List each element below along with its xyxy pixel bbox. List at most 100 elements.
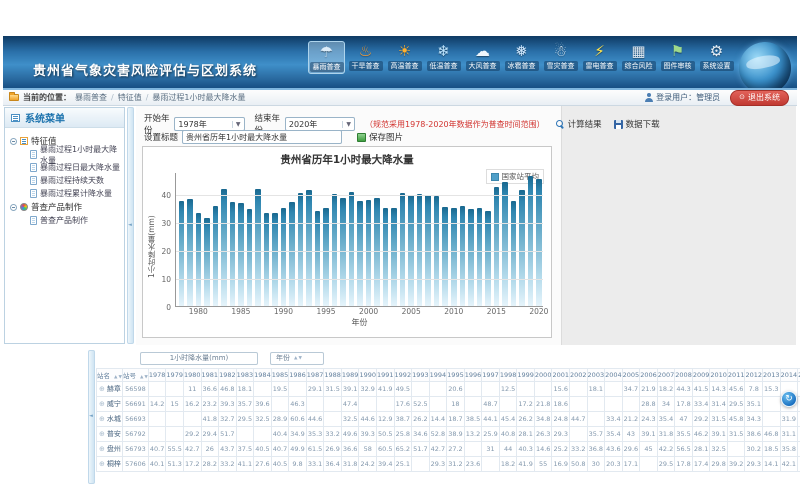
bar-2011[interactable] — [460, 206, 466, 306]
year-column-header[interactable]: 2012 — [745, 369, 763, 382]
year-column-header[interactable]: 1990 — [359, 369, 377, 382]
year-column-header[interactable]: 2010 — [710, 369, 728, 382]
bar-1994[interactable] — [315, 211, 321, 307]
year-column-header[interactable]: 1980 — [183, 369, 201, 382]
row-expand-icon[interactable]: ⊕ — [99, 385, 105, 393]
bar-2016[interactable] — [502, 182, 508, 306]
bar-2017[interactable] — [511, 201, 517, 307]
bar-1987[interactable] — [255, 189, 261, 306]
bar-1989[interactable] — [272, 213, 278, 307]
bar-1999[interactable] — [357, 201, 363, 306]
name-column-header[interactable]: 站名▲▼ — [97, 369, 123, 382]
bar-2000[interactable] — [366, 200, 372, 306]
row-expand-icon[interactable]: ⊕ — [99, 460, 105, 468]
tree-item-1-2[interactable]: 暴雨过程日最大降水量 — [8, 161, 121, 174]
bar-1982[interactable] — [213, 206, 219, 307]
bar-2014[interactable] — [485, 211, 491, 306]
year-column-header[interactable]: 1998 — [499, 369, 517, 382]
bar-1981[interactable] — [204, 218, 210, 306]
bar-1985[interactable] — [238, 203, 244, 306]
toolbar-item-8[interactable]: ⚡雷电普查 — [581, 41, 618, 74]
sort-asc-icon[interactable]: ▲ — [140, 375, 143, 380]
year-column-header[interactable]: 1978 — [148, 369, 166, 382]
toolbar-item-6[interactable]: ❅冰雹普查 — [503, 41, 540, 74]
logout-button[interactable]: ⊙ 退出系统 — [730, 90, 789, 106]
bar-2009[interactable] — [442, 207, 448, 306]
year-column-header[interactable]: 2006 — [640, 369, 658, 382]
row-expand-icon[interactable]: ⊕ — [99, 415, 105, 423]
year-column-header[interactable]: 2000 — [534, 369, 552, 382]
sort-desc-icon[interactable]: ▼ — [118, 375, 121, 380]
bar-1984[interactable] — [230, 202, 236, 306]
year-column-header[interactable]: 2013 — [763, 369, 781, 382]
toolbar-item-10[interactable]: ⚑图件审核 — [659, 41, 696, 74]
toolbar-item-9[interactable]: ▦综合风险 — [620, 41, 657, 74]
year-column-header[interactable]: 1989 — [341, 369, 359, 382]
bar-1991[interactable] — [289, 202, 295, 306]
tree-item-1-4[interactable]: 暴雨过程累计降水量 — [8, 187, 121, 200]
expand-icon[interactable] — [10, 204, 17, 211]
year-column-header[interactable]: 2008 — [675, 369, 693, 382]
year-column-header[interactable]: 2001 — [552, 369, 570, 382]
sort-asc-icon[interactable]: ▲ — [114, 375, 117, 380]
row-expand-icon[interactable]: ⊕ — [99, 400, 105, 408]
toolbar-item-1[interactable]: ☂暴雨普查 — [308, 41, 345, 74]
toolbar-item-5[interactable]: ☁大风普查 — [464, 41, 501, 74]
sort-desc-icon[interactable]: ▼ — [298, 356, 301, 361]
start-year-select[interactable]: 1978年 ▼ — [174, 117, 244, 131]
year-column-header[interactable]: 2014 — [780, 369, 798, 382]
id-column-header[interactable]: 站号▲▼ — [122, 369, 148, 382]
toolbar-item-4[interactable]: ❄低温普查 — [425, 41, 462, 74]
year-column-header[interactable]: 1985 — [271, 369, 289, 382]
toolbar-item-3[interactable]: ☀高温普查 — [386, 41, 423, 74]
year-column-header[interactable]: 1999 — [517, 369, 535, 382]
bar-1992[interactable] — [298, 193, 304, 306]
end-year-select[interactable]: 2020年 ▼ — [285, 117, 355, 131]
bar-2006[interactable] — [417, 194, 423, 306]
floating-widget-icon[interactable]: ↻ — [781, 391, 797, 407]
year-column-header[interactable]: 1984 — [254, 369, 272, 382]
bar-1978[interactable] — [179, 201, 185, 306]
breadcrumb-item[interactable]: 暴雨普查 — [75, 92, 107, 103]
year-column-header[interactable]: 2005 — [622, 369, 640, 382]
metric-filter[interactable]: 1小时降水量(mm) — [140, 352, 258, 365]
tree-item-1-3[interactable]: 暴雨过程持续天数 — [8, 174, 121, 187]
tree-item-2-1[interactable]: 普查产品制作 — [8, 214, 121, 227]
bar-1983[interactable] — [221, 189, 227, 306]
table-collapse-handle[interactable]: ◄ — [88, 350, 95, 484]
bar-2004[interactable] — [400, 193, 406, 306]
toolbar-item-11[interactable]: ⚙系统设置 — [698, 41, 735, 74]
year-column-header[interactable]: 1986 — [289, 369, 307, 382]
year-column-header[interactable]: 1981 — [201, 369, 219, 382]
sidebar-collapse-handle[interactable]: ◄ — [127, 107, 134, 344]
year-column-header[interactable]: 1992 — [394, 369, 412, 382]
bar-1993[interactable] — [306, 190, 312, 306]
bar-1980[interactable] — [196, 213, 202, 306]
sort-desc-icon[interactable]: ▼ — [144, 375, 147, 380]
year-column-header[interactable]: 1988 — [324, 369, 342, 382]
breadcrumb-item[interactable]: 特征值 — [118, 92, 142, 103]
expand-icon[interactable] — [10, 138, 17, 145]
breadcrumb-item[interactable]: 暴雨过程1小时最大降水量 — [152, 92, 245, 103]
year-column-header[interactable]: 2004 — [605, 369, 623, 382]
year-column-header[interactable]: 1991 — [376, 369, 394, 382]
bar-2020[interactable] — [536, 179, 542, 306]
year-column-header[interactable]: 1983 — [236, 369, 254, 382]
bar-1998[interactable] — [349, 192, 355, 306]
year-column-header[interactable]: 2009 — [692, 369, 710, 382]
row-expand-icon[interactable]: ⊕ — [99, 445, 105, 453]
year-column-header[interactable]: 1996 — [464, 369, 482, 382]
toolbar-item-2[interactable]: ♨干旱普查 — [347, 41, 384, 74]
bar-1988[interactable] — [264, 213, 270, 306]
bar-2018[interactable] — [519, 190, 525, 306]
year-sort-control[interactable]: 年份 ▲▼ — [270, 352, 324, 365]
year-column-header[interactable]: 1982 — [219, 369, 237, 382]
save-image-button[interactable]: 保存图片 — [354, 131, 403, 143]
tree-item-1-1[interactable]: 暴雨过程1小时最大降水量 — [8, 148, 121, 161]
calculate-button[interactable]: 计算结果 — [553, 118, 602, 130]
year-column-header[interactable]: 1995 — [447, 369, 465, 382]
download-button[interactable]: 数据下载 — [611, 118, 660, 130]
bar-1979[interactable] — [187, 199, 193, 306]
sort-asc-icon[interactable]: ▲ — [294, 356, 297, 361]
year-column-header[interactable]: 1987 — [306, 369, 324, 382]
